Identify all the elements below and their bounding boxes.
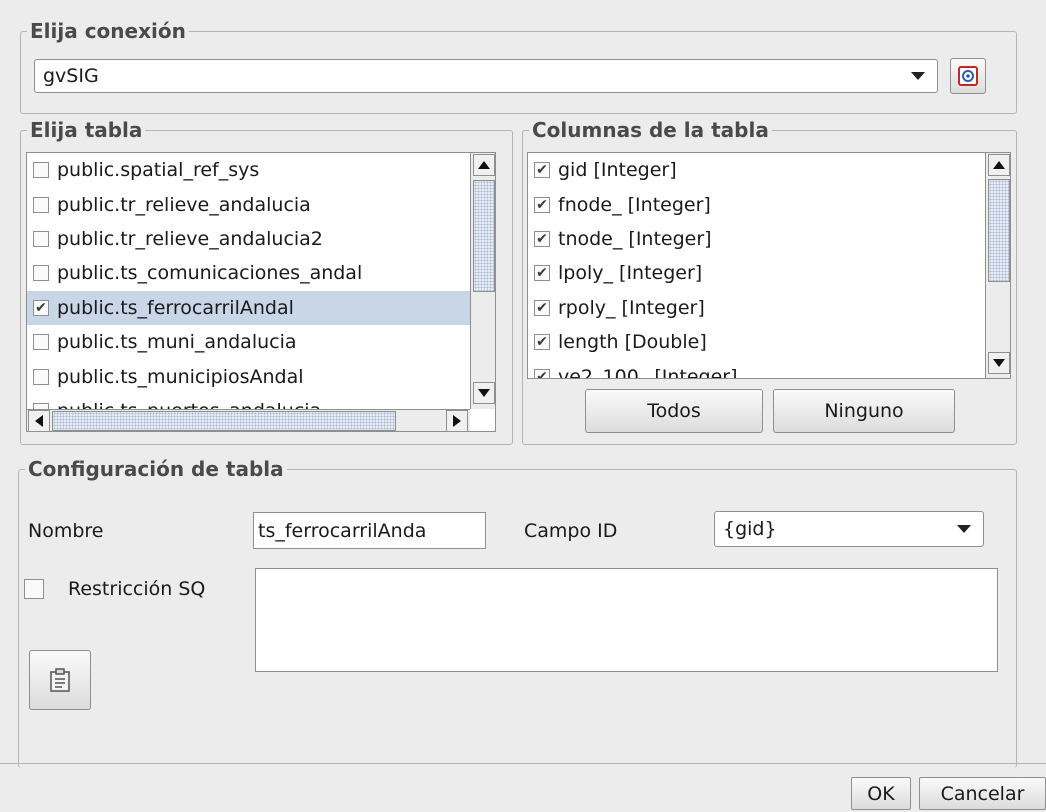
tables-hscroll-thumb[interactable] (52, 411, 396, 431)
tables-list[interactable]: public.spatial_ref_sys public.tr_relieve_… (26, 152, 496, 432)
columns-item[interactable]: ✔ length [Double] (528, 325, 985, 359)
columns-label: fnode_ [Integer] (558, 193, 711, 216)
connection-settings-button[interactable] (950, 58, 986, 94)
columns-item[interactable]: ✔ rpoly_ [Integer] (528, 291, 985, 325)
connection-icon (958, 66, 978, 86)
columns-checkbox[interactable]: ✔ (534, 334, 550, 351)
arrow-right-icon (453, 415, 461, 427)
arrow-up-icon (993, 161, 1005, 169)
columns-rows: ✔ gid [Integer] ✔ fnode_ [Integer] ✔ tnode_ [… (528, 153, 985, 378)
clipboard-icon (50, 668, 70, 692)
tables-item[interactable]: public.tr_relieve_andalucia2 (27, 222, 470, 256)
connection-legend: Elija conexión (30, 19, 186, 43)
columns-label: tnode_ [Integer] (558, 227, 712, 250)
columns-label: ve2_100_ [Integer] (558, 365, 738, 378)
tables-item[interactable]: public.spatial_ref_sys (27, 153, 470, 187)
tables-label: public.tr_relieve_andalucia (57, 193, 311, 216)
columns-item[interactable]: ✔ gid [Integer] (528, 153, 985, 187)
columns-checkbox[interactable]: ✔ (534, 265, 550, 282)
config-legend: Configuración de tabla (28, 457, 284, 481)
columns-checkbox[interactable]: ✔ (534, 368, 550, 378)
tables-label: public.ts_municipiosAndal (57, 365, 304, 388)
tables-checkbox[interactable]: ✔ (33, 299, 49, 316)
select-none-button[interactable]: Ninguno (773, 389, 955, 433)
tables-label: public.tr_relieve_andalucia2 (57, 227, 323, 250)
tables-vscrollbar[interactable] (470, 153, 495, 409)
columns-label: rpoly_ [Integer] (558, 296, 705, 319)
restriction-checkbox[interactable] (24, 579, 44, 599)
restriction-row[interactable]: Restricción SQ (24, 578, 205, 600)
columns-label: gid [Integer] (558, 159, 677, 182)
tables-hscrollbar[interactable] (27, 409, 470, 431)
chevron-down-icon (911, 72, 925, 80)
select-all-button[interactable]: Todos (585, 389, 763, 433)
columns-checkbox[interactable]: ✔ (534, 196, 550, 213)
tables-label: public.spatial_ref_sys (57, 159, 260, 182)
ok-button[interactable]: OK (851, 777, 911, 810)
scroll-right-button[interactable] (446, 410, 468, 431)
tables-label: public.ts_puertos_andalucia (57, 400, 321, 409)
columns-item[interactable]: ✔ tnode_ [Integer] (528, 222, 985, 256)
id-field-select[interactable]: {gid} (714, 511, 984, 547)
name-label: Nombre (28, 520, 104, 542)
restriction-label: Restricción SQ (68, 578, 206, 600)
tables-checkbox[interactable] (33, 162, 49, 179)
tables-item[interactable]: public.ts_comunicaciones_andal (27, 256, 470, 290)
id-field-label: Campo ID (524, 520, 618, 542)
table-name-input[interactable] (253, 512, 486, 549)
tables-label: public.ts_muni_andalucia (57, 331, 297, 354)
scroll-left-button[interactable] (28, 410, 50, 431)
tables-item[interactable]: public.ts_puertos_andalucia (27, 394, 470, 409)
columns-label: lpoly_ [Integer] (558, 262, 703, 285)
columns-item[interactable]: ✔ fnode_ [Integer] (528, 187, 985, 221)
tables-checkbox[interactable] (33, 265, 49, 282)
arrow-left-icon (35, 415, 43, 427)
tables-label: public.ts_ferrocarrilAndal (57, 296, 294, 319)
tables-checkbox[interactable] (33, 334, 49, 351)
arrow-up-icon (478, 161, 490, 169)
connection-select[interactable]: gvSIG (34, 59, 938, 93)
columns-legend: Columnas de la tabla (532, 118, 769, 142)
scroll-up-button[interactable] (473, 154, 495, 176)
sql-builder-button[interactable] (29, 650, 91, 710)
sql-restriction-textarea[interactable] (255, 568, 998, 672)
cancel-button[interactable]: Cancelar (919, 777, 1046, 810)
columns-checkbox[interactable]: ✔ (534, 230, 550, 247)
tables-rows: public.spatial_ref_sys public.tr_relieve_… (27, 153, 470, 409)
scroll-down-button[interactable] (473, 382, 495, 404)
tables-legend: Elija tabla (30, 118, 143, 142)
columns-item[interactable]: ✔ ve2_100_ [Integer] (528, 359, 985, 378)
columns-checkbox[interactable]: ✔ (534, 299, 550, 316)
footer-divider (0, 763, 1046, 764)
columns-vscrollbar[interactable] (985, 153, 1010, 378)
tables-checkbox[interactable] (33, 230, 49, 247)
tables-label: public.ts_comunicaciones_andal (57, 262, 363, 285)
columns-label: length [Double] (558, 331, 707, 354)
scroll-down-button[interactable] (988, 352, 1010, 374)
arrow-down-icon (478, 389, 490, 397)
tables-checkbox[interactable] (33, 368, 49, 385)
tables-vscroll-thumb[interactable] (473, 180, 495, 292)
chevron-down-icon (957, 525, 971, 533)
connection-value: gvSIG (43, 65, 99, 87)
tables-item[interactable]: public.tr_relieve_andalucia (27, 187, 470, 221)
columns-list[interactable]: ✔ gid [Integer] ✔ fnode_ [Integer] ✔ tnode_ [… (527, 152, 1011, 379)
columns-item[interactable]: ✔ lpoly_ [Integer] (528, 256, 985, 290)
tables-item[interactable]: ✔ public.ts_ferrocarrilAndal (27, 290, 470, 325)
columns-vscroll-thumb[interactable] (988, 179, 1010, 282)
tables-item[interactable]: public.ts_muni_andalucia (27, 325, 470, 359)
arrow-down-icon (993, 359, 1005, 367)
id-field-value: {gid} (723, 518, 777, 540)
columns-checkbox[interactable]: ✔ (534, 162, 550, 179)
tables-item[interactable]: public.ts_municipiosAndal (27, 359, 470, 393)
scroll-up-button[interactable] (988, 154, 1010, 176)
tables-checkbox[interactable] (33, 196, 49, 213)
